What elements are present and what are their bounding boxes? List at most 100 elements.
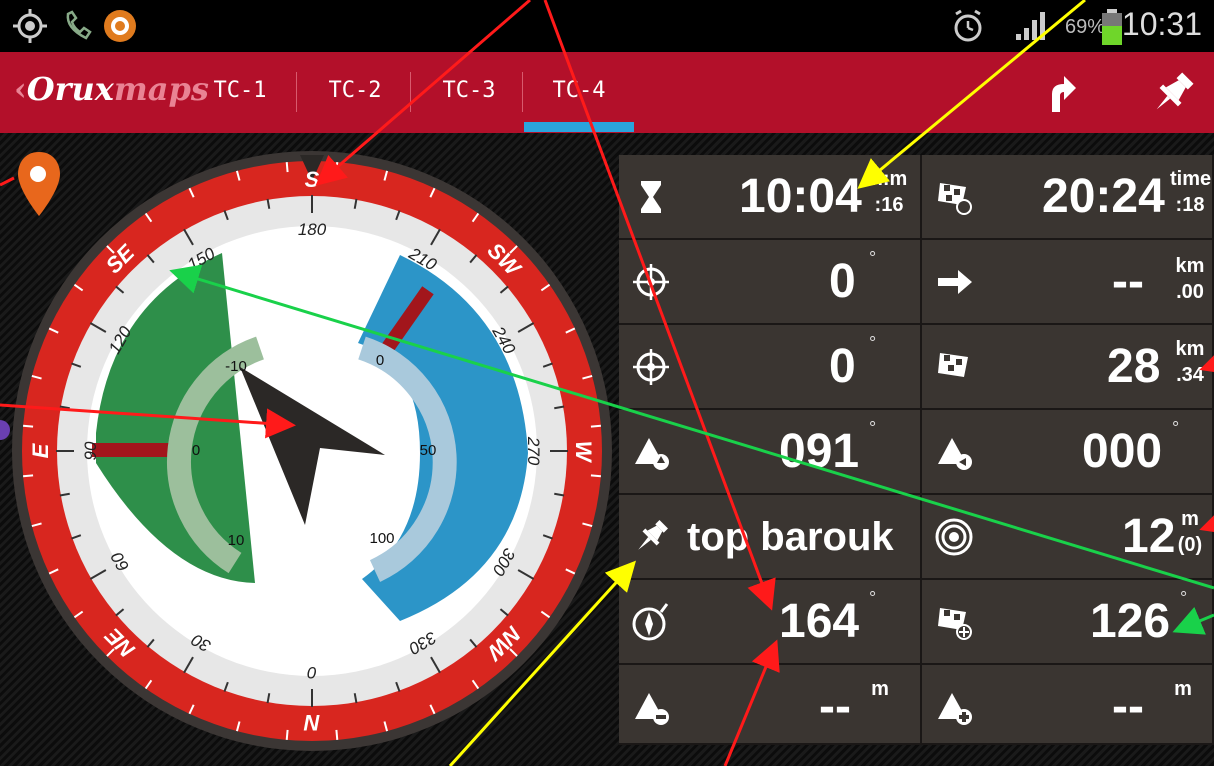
degree-symbol: ° <box>1172 418 1180 438</box>
pin-icon[interactable] <box>1148 68 1198 118</box>
inner-arc-label: 50 <box>420 442 437 459</box>
cell-target-bearing[interactable]: 126 ° <box>922 580 1214 665</box>
compass-cardinal-label: E <box>28 442 53 458</box>
status-bar: 69% 10:31 <box>0 0 1214 52</box>
cell-eta-time[interactable]: 20:24 time :18 <box>922 155 1214 240</box>
tab-divider <box>410 72 411 112</box>
alarm-icon <box>954 9 982 42</box>
cell-compass-heading[interactable]: 164 ° <box>619 580 922 665</box>
degree-symbol: ° <box>869 248 877 268</box>
value-compass-heading: 164 <box>779 595 860 648</box>
left-marker-bar <box>92 443 176 457</box>
unit-top: m <box>871 678 889 700</box>
compass-outer-tick <box>590 424 601 428</box>
compass-icon <box>632 603 669 641</box>
value-distance-next: -- <box>1112 255 1144 308</box>
app-bar: ‹Oruxmaps TC-1 TC-2 TC-3 TC-4 <box>0 52 1214 133</box>
value-target-bearing: 126 <box>1090 595 1171 648</box>
pin-icon <box>638 520 668 550</box>
compass-degree-label: 270 <box>524 436 543 466</box>
direction-arrow-icon <box>938 270 972 294</box>
value-descent: -- <box>819 680 851 733</box>
unit-bottom: :16 <box>874 194 904 216</box>
compass-outer-tick <box>23 474 34 478</box>
degree-symbol: ° <box>869 333 877 353</box>
unit-bottom: :18 <box>1175 194 1205 216</box>
degree-symbol: ° <box>869 418 877 438</box>
tab-tc-1[interactable]: TC-1 <box>195 78 285 118</box>
unit-top: time <box>1170 168 1212 190</box>
tab-tc-4[interactable]: TC-4 <box>534 78 624 118</box>
cell-ascent[interactable]: -- m <box>922 665 1214 745</box>
value-bearing-1: 0 <box>829 255 856 308</box>
checkered-flag-clock-icon <box>938 183 972 215</box>
data-grid: 10:04 h:m :16 20:24 time :18 0 ° -- km .… <box>619 155 1214 745</box>
status-clock: 10:31 <box>1121 6 1202 42</box>
compass-dial: 1802102402703003300306090120150SSWWNWNNE… <box>12 151 612 751</box>
inner-arc-label: 0 <box>376 352 384 369</box>
mountain-up-icon <box>635 438 669 470</box>
checkered-flag-target-icon <box>938 608 972 640</box>
compass-outer-tick <box>590 474 601 478</box>
compass-outer-tick <box>335 162 339 173</box>
value-heading-up: 091 <box>779 425 860 478</box>
compass-cardinal-label: N <box>303 710 320 735</box>
unit-bottom: .34 <box>1176 364 1204 386</box>
inner-arc-label: 10 <box>228 532 245 549</box>
compass-degree-label: 0 <box>307 663 317 682</box>
cell-waypoint[interactable]: top barouk <box>619 495 922 580</box>
unit-top: m <box>1181 508 1199 530</box>
compass-outer-tick <box>335 729 339 740</box>
cell-bearing-1[interactable]: 0 ° <box>619 240 922 325</box>
route-turn-icon[interactable] <box>1040 72 1080 116</box>
gps-accuracy-icon <box>935 518 973 556</box>
tab-divider <box>522 72 523 112</box>
crosshair-icon <box>633 349 669 385</box>
unit-top: h:m <box>870 168 908 190</box>
value-time-elapsed: 10:04 <box>739 170 862 223</box>
value-distance-finish: 28 <box>1107 340 1161 393</box>
value-accuracy: 12 <box>1122 510 1176 563</box>
signal-icon <box>1016 12 1045 40</box>
compass-cardinal-label: S <box>305 167 320 192</box>
unit-top: m <box>1174 678 1192 700</box>
cell-accuracy[interactable]: 12 m (0) <box>922 495 1214 580</box>
value-heading-left: 000 <box>1082 425 1163 478</box>
degree-symbol: ° <box>1180 588 1188 608</box>
cell-heading-left[interactable]: 000 ° <box>922 410 1214 495</box>
unit-top: km <box>1175 338 1205 360</box>
hourglass-icon <box>641 181 661 213</box>
compass-outer-tick <box>285 729 289 740</box>
inner-arc-label: -10 <box>225 358 247 375</box>
unit-top: km <box>1175 255 1205 277</box>
cell-bearing-2[interactable]: 0 ° <box>619 325 922 410</box>
crosshair-icon <box>633 264 669 300</box>
unit-bottom: .00 <box>1176 281 1204 303</box>
app-notification-icon <box>104 10 136 42</box>
compass-degree-label: 180 <box>298 220 327 239</box>
compass-degree-label: 90 <box>81 441 100 460</box>
value-ascent: -- <box>1112 680 1144 733</box>
cell-heading-up[interactable]: 091 ° <box>619 410 922 495</box>
active-tab-indicator <box>524 122 634 132</box>
inner-arc-label: 0 <box>192 442 200 459</box>
mountain-plus-icon <box>938 693 972 725</box>
phone-icon <box>66 10 92 40</box>
tab-tc-2[interactable]: TC-2 <box>310 78 400 118</box>
mountain-left-icon <box>938 438 972 470</box>
compass-cardinal-label: W <box>571 441 596 464</box>
cell-descent[interactable]: -- m <box>619 665 922 745</box>
compass-outer-tick <box>285 162 289 173</box>
back-brand-button[interactable]: ‹Oruxmaps <box>14 70 209 108</box>
cell-time-elapsed[interactable]: 10:04 h:m :16 <box>619 155 922 240</box>
value-bearing-2: 0 <box>829 340 856 393</box>
inner-arc-label: 100 <box>369 530 394 547</box>
tab-tc-3[interactable]: TC-3 <box>424 78 514 118</box>
unit-bottom: (0) <box>1177 534 1203 556</box>
tab-divider <box>296 72 297 112</box>
degree-symbol: ° <box>869 588 877 608</box>
checkered-flag-icon <box>938 353 968 377</box>
cell-distance-next[interactable]: -- km .00 <box>922 240 1214 325</box>
mountain-minus-icon <box>635 693 669 725</box>
cell-distance-finish[interactable]: 28 km .34 <box>922 325 1214 410</box>
